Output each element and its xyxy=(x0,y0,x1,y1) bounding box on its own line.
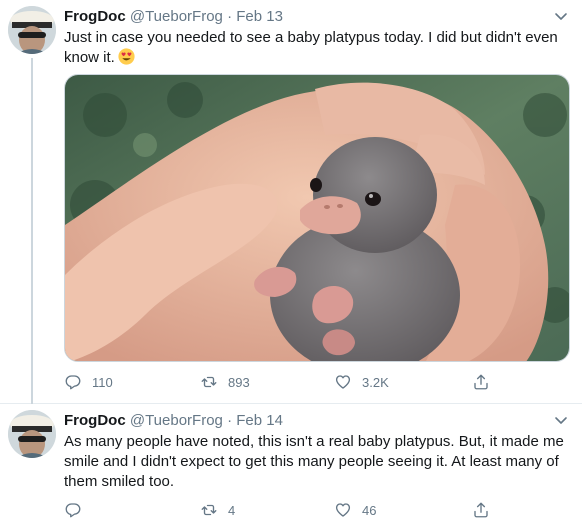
retweet-count: 4 xyxy=(228,502,236,518)
retweet-action[interactable]: 4 xyxy=(200,500,235,520)
like-icon xyxy=(335,503,351,517)
separator: · xyxy=(227,8,233,25)
caret-down-icon[interactable] xyxy=(554,416,568,426)
tweet-text-body: Just in case you needed to see a baby pl… xyxy=(64,29,558,66)
separator: · xyxy=(227,412,233,429)
thread-connector xyxy=(31,58,33,404)
like-action[interactable]: 46 xyxy=(334,500,376,520)
author-handle[interactable]: @TueborFrog xyxy=(130,412,223,429)
author-name[interactable]: FrogDoc xyxy=(64,412,126,429)
tweet-2[interactable]: FrogDoc @TueborFrog · Feb 14 As many peo… xyxy=(0,404,582,531)
author-handle[interactable]: @TueborFrog xyxy=(130,8,223,25)
tweet-text: As many people have noted, this isn't a … xyxy=(64,433,564,490)
caret-down-icon[interactable] xyxy=(554,12,568,22)
share-icon xyxy=(474,502,488,518)
heart-eyes-emoji xyxy=(118,48,135,65)
tweet-1[interactable]: FrogDoc @TueborFrog · Feb 13 Just in cas… xyxy=(0,0,582,404)
tweet-date[interactable]: Feb 14 xyxy=(236,412,283,429)
retweet-action[interactable]: 893 xyxy=(200,372,250,392)
tweet-header: FrogDoc @TueborFrog · Feb 13 xyxy=(64,8,283,26)
reply-icon xyxy=(65,503,81,518)
avatar[interactable] xyxy=(8,6,56,54)
share-icon xyxy=(474,374,488,390)
tweet-photo[interactable] xyxy=(64,74,570,362)
like-count: 46 xyxy=(362,502,377,518)
photo-baby-platypus-in-hand xyxy=(65,75,569,361)
author-name[interactable]: FrogDoc xyxy=(64,8,126,25)
tweet-text: Just in case you needed to see a baby pl… xyxy=(64,28,569,68)
like-count: 3.2K xyxy=(362,374,389,390)
tweet-actions: 4 46 xyxy=(64,500,570,520)
reply-action[interactable] xyxy=(64,500,92,520)
retweet-count: 893 xyxy=(228,374,250,390)
share-action[interactable] xyxy=(472,372,490,392)
reply-action[interactable]: 110 xyxy=(64,372,113,392)
avatar-image xyxy=(8,6,56,54)
retweet-icon xyxy=(201,504,217,516)
tweet-actions: 110 893 3.2K xyxy=(64,372,570,392)
like-icon xyxy=(335,375,351,389)
avatar-image xyxy=(8,410,56,458)
tweet-date[interactable]: Feb 13 xyxy=(236,8,283,25)
tweet-header: FrogDoc @TueborFrog · Feb 14 xyxy=(64,412,283,430)
retweet-icon xyxy=(201,376,217,388)
like-action[interactable]: 3.2K xyxy=(334,372,389,392)
reply-icon xyxy=(65,375,81,390)
share-action[interactable] xyxy=(472,500,490,520)
avatar[interactable] xyxy=(8,410,56,458)
reply-count: 110 xyxy=(92,374,113,390)
